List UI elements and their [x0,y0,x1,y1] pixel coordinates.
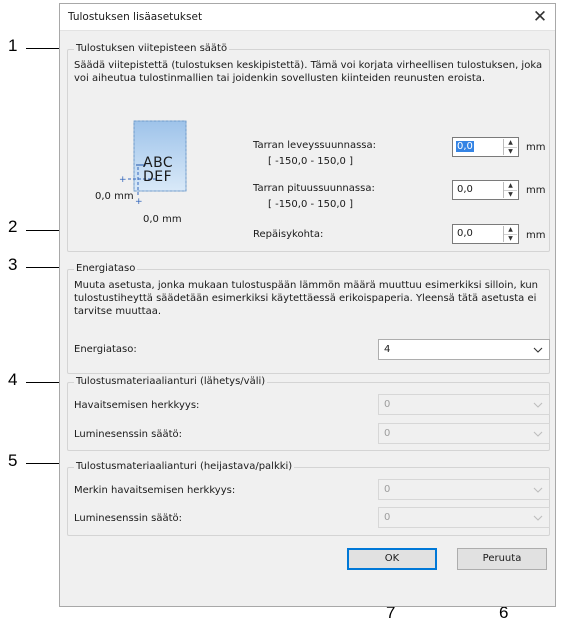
length-direction-label: Tarran pituussuunnassa: [253,183,375,194]
width-direction-label: Tarran leveyssuunnassa: [253,140,377,151]
energy-group-title: Energiataso [74,263,138,274]
reference-point-description: Säädä viitepistettä (tulostuksen keskipi… [74,60,543,84]
tear-unit: mm [526,230,546,241]
width-offset-arrows[interactable]: ▲ ▼ [503,139,517,155]
energy-level-select[interactable]: 4 [378,339,550,360]
chevron-down-icon[interactable] [533,483,543,500]
sensor-gap-luminescence-select[interactable]: 0 [378,423,550,444]
sensor-mark-group-title: Tulostusmateriaalianturi (heijastava/pal… [74,461,295,472]
energy-level-label: Energiataso: [74,344,137,355]
energy-level-value: 4 [384,344,391,355]
sensor-mark-sensitivity-value: 0 [384,484,391,495]
sensor-gap-luminescence-label: Luminesenssin säätö: [74,429,183,440]
sensor-mark-sensitivity-label: Merkin havaitsemisen herkkyys: [74,485,236,496]
chevron-down-icon[interactable] [533,511,543,528]
sensor-mark-luminescence-value: 0 [384,512,391,523]
spin-down-icon[interactable]: ▼ [504,147,517,156]
width-range-label: [ -150,0 - 150,0 ] [268,156,353,167]
sensor-mark-luminescence-label: Luminesenssin säätö: [74,513,183,524]
label-preview-icon: + + [119,120,187,207]
callout-2-line [26,230,60,231]
sensor-gap-sensitivity-select[interactable]: 0 [378,394,550,415]
tear-position-arrows[interactable]: ▲ ▼ [503,226,517,242]
cancel-button[interactable]: Peruuta [457,548,547,570]
reference-point-group-title: Tulostuksen viitepisteen säätö [74,43,230,54]
sensor-gap-group-title: Tulostusmateriaalianturi (lähetys/väli) [74,376,268,387]
sensor-mark-luminescence-select[interactable]: 0 [378,507,550,528]
length-range-label: [ -150,0 - 150,0 ] [268,199,353,210]
svg-text:+: + [135,197,143,207]
x-offset-preview-label: 0,0 mm [95,191,134,202]
preview-sample-line2: DEF [143,169,173,185]
callout-2: 2 [8,217,18,236]
callout-5-line [26,463,60,464]
spin-up-icon[interactable]: ▲ [504,139,517,147]
energy-description: Muuta asetusta, jonka mukaan tulostuspää… [74,280,538,317]
length-offset-arrows[interactable]: ▲ ▼ [503,182,517,198]
spin-up-icon[interactable]: ▲ [504,182,517,190]
reference-preview: + + [74,115,194,220]
ok-button[interactable]: OK [347,548,437,570]
tear-position-value[interactable]: 0,0 [457,228,473,239]
callout-3-line [26,267,60,268]
callout-5: 5 [8,451,18,470]
width-offset-value[interactable]: 0,0 [456,141,474,152]
length-offset-value[interactable]: 0,0 [457,184,473,195]
chevron-down-icon[interactable] [533,343,543,360]
sensor-gap-sensitivity-value: 0 [384,399,391,410]
spin-down-icon[interactable]: ▼ [504,190,517,199]
width-unit: mm [526,142,546,153]
spin-down-icon[interactable]: ▼ [504,234,517,243]
sensor-gap-luminescence-value: 0 [384,428,391,439]
callout-4-line [26,382,60,383]
sensor-gap-sensitivity-label: Havaitsemisen herkkyys: [74,400,200,411]
close-icon[interactable]: ✕ [529,6,551,28]
advanced-print-settings-dialog: Tulostuksen lisäasetukset ✕ Tulostuksen … [59,3,556,607]
callout-1: 1 [8,36,18,55]
length-offset-stepper[interactable]: 0,0 ▲ ▼ [452,180,519,200]
callout-1-line [26,48,60,49]
chevron-down-icon[interactable] [533,427,543,444]
width-offset-stepper[interactable]: 0,0 ▲ ▼ [452,137,519,157]
chevron-down-icon[interactable] [533,398,543,415]
callout-4: 4 [8,370,18,389]
title-bar: Tulostuksen lisäasetukset ✕ [60,4,555,31]
callout-3: 3 [8,255,18,274]
svg-text:+: + [119,175,127,185]
spin-up-icon[interactable]: ▲ [504,226,517,234]
tear-position-stepper[interactable]: 0,0 ▲ ▼ [452,224,519,244]
tear-position-label: Repäisykohta: [253,229,324,240]
dialog-title: Tulostuksen lisäasetukset [68,11,203,23]
sensor-mark-sensitivity-select[interactable]: 0 [378,479,550,500]
length-unit: mm [526,185,546,196]
y-offset-preview-label: 0,0 mm [143,214,182,225]
